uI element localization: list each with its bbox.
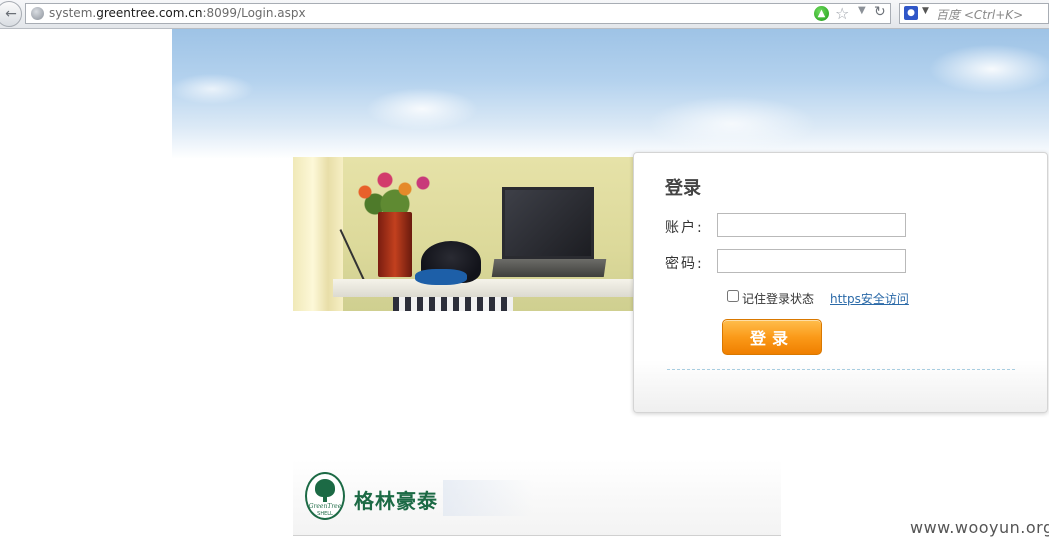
address-bar[interactable]: system.greentree.com.cn:8099/Login.aspx … (25, 3, 891, 24)
history-dropdown-icon[interactable]: ▼ (858, 5, 866, 16)
laptop-base (491, 259, 607, 277)
url-domain: greentree.com.cn (96, 6, 203, 20)
back-arrow-icon[interactable]: ← (0, 1, 22, 27)
greentree-logo-icon: GreenTree SHELL (305, 472, 345, 520)
browser-toolbar: ← system.greentree.com.cn:8099/Login.asp… (0, 0, 1049, 29)
search-bar[interactable]: ● ▼ 百度 <Ctrl+K> (899, 3, 1049, 24)
login-button[interactable]: 登录 (722, 319, 822, 355)
remember-label[interactable]: 记住登录状态 (742, 290, 814, 307)
reload-icon[interactable]: ↻ (874, 4, 886, 20)
search-placeholder: 百度 <Ctrl+K> (936, 8, 1024, 22)
globe-icon (31, 7, 44, 20)
bookmark-star-icon[interactable]: ☆ (835, 4, 849, 23)
tree-trunk (323, 494, 327, 502)
watermark: www.wooyun.org (910, 518, 1049, 537)
login-title: 登录 (665, 178, 701, 199)
sky-banner-image (172, 29, 1049, 159)
room-photo (293, 157, 633, 311)
engine-dropdown-icon[interactable]: ▼ (922, 6, 929, 16)
account-label: 账户: (665, 220, 704, 236)
baidu-paw-icon[interactable]: ● (904, 6, 918, 20)
bottom-divider (293, 535, 781, 536)
lamp (339, 229, 365, 280)
laptop-screen (502, 187, 594, 259)
url-suffix: :8099/Login.aspx (202, 6, 306, 20)
emblem-text: GreenTree (308, 503, 342, 510)
dashed-divider (667, 369, 1015, 370)
desk (333, 279, 633, 297)
https-secure-link[interactable]: https安全访问 (830, 290, 909, 307)
remember-checkbox[interactable] (727, 290, 739, 302)
password-input[interactable] (717, 249, 906, 273)
go-arrow-icon[interactable]: ▲ (814, 6, 829, 21)
brand-strip: GreenTree SHELL 格林豪泰 (293, 460, 781, 535)
brand-ghost-overlay (443, 480, 533, 516)
striped-chair (393, 297, 513, 311)
brand-name: 格林豪泰 (354, 489, 438, 513)
url-prefix: system. (49, 6, 97, 20)
login-panel: 登录 账户: 密码: 记住登录状态 https安全访问 登录 (633, 152, 1048, 413)
account-input[interactable] (717, 213, 906, 237)
password-label: 密码: (665, 256, 704, 272)
emblem-subtext: SHELL (317, 511, 333, 517)
cap-brim (415, 269, 467, 285)
url-text: system.greentree.com.cn:8099/Login.aspx (49, 6, 306, 20)
vase (378, 212, 412, 277)
